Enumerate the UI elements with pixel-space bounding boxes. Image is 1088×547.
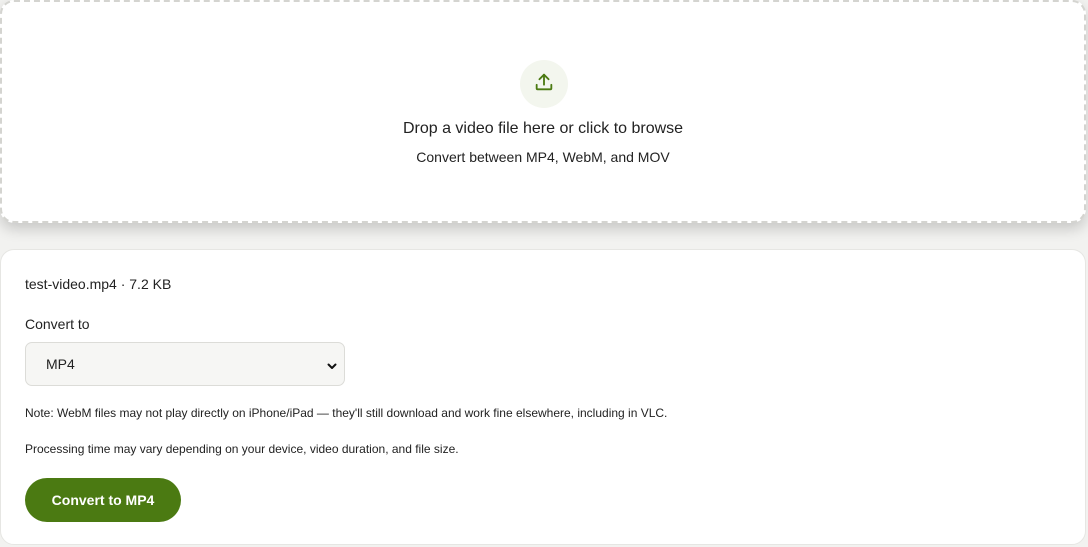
dropzone-title: Drop a video file here or click to brows… — [402, 120, 684, 137]
format-select-value: MP4 — [46, 356, 75, 372]
format-select[interactable]: MP4 — [25, 342, 345, 386]
dropzone-subtitle: Convert between MP4, WebM, and MOV — [416, 149, 670, 165]
webm-note: Note: WebM files may not play directly o… — [25, 406, 668, 420]
upload-icon — [533, 71, 555, 98]
file-info: test-video.mp4 · 7.2 KB — [25, 276, 172, 292]
file-dropzone[interactable]: Drop a video file here or click to brows… — [0, 0, 1086, 223]
upload-icon-circle — [520, 60, 568, 108]
convert-to-label: Convert to — [25, 316, 90, 332]
chevron-down-icon — [326, 359, 338, 371]
convert-button[interactable]: Convert to MP4 — [25, 478, 181, 522]
conversion-panel: test-video.mp4 · 7.2 KB Convert to MP4 N… — [0, 249, 1086, 545]
page: Drop a video file here or click to brows… — [0, 0, 1088, 547]
processing-note: Processing time may vary depending on yo… — [25, 442, 459, 456]
